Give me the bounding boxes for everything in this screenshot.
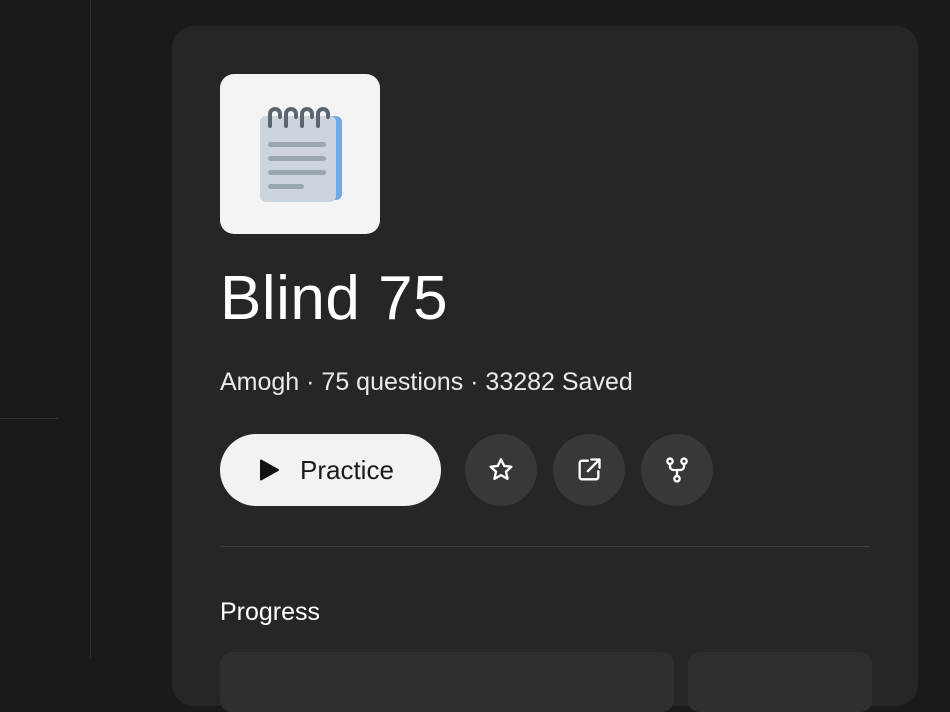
star-icon <box>489 458 513 481</box>
list-cover <box>220 74 380 234</box>
external-link-icon <box>578 458 601 481</box>
star-button[interactable] <box>465 434 537 506</box>
play-icon <box>260 459 279 481</box>
practice-button-label: Practice <box>300 455 394 485</box>
sidebar-separator <box>90 0 91 658</box>
fork-button[interactable] <box>641 434 713 506</box>
fork-icon <box>666 457 688 483</box>
list-title: Blind 75 <box>220 264 449 333</box>
list-meta: Amogh · 75 questions · 33282 Saved <box>220 368 633 396</box>
sidebar-divider <box>0 418 58 419</box>
list-detail-card: Blind 75 Amogh · 75 questions · 33282 Sa… <box>172 26 918 712</box>
open-external-button[interactable] <box>553 434 625 506</box>
progress-panel <box>220 652 674 712</box>
practice-button[interactable]: Practice <box>220 434 441 506</box>
notepad-icon <box>260 107 342 202</box>
progress-heading: Progress <box>220 598 321 626</box>
progress-panel-secondary <box>688 652 872 712</box>
section-divider <box>220 546 870 547</box>
